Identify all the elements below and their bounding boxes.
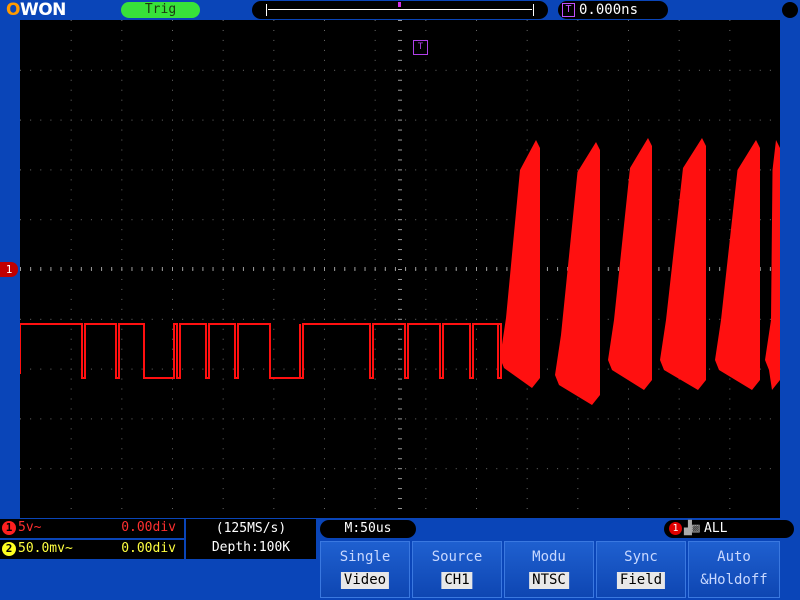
- owon-logo: OWON: [6, 0, 66, 20]
- trigger-coupling-icon: ▟▨: [684, 521, 700, 536]
- menu-value: NTSC: [529, 572, 569, 589]
- trigger-source-readout: 1 ▟▨ ALL: [664, 520, 794, 538]
- logo-text: WON: [19, 0, 66, 20]
- status-indicator: [782, 2, 798, 18]
- trigger-time-marker-icon[interactable]: T: [413, 40, 428, 55]
- trigger-status-badge: Trig: [121, 2, 200, 18]
- time-offset-value: 0.000ns: [579, 2, 639, 18]
- waveform-display: T: [20, 20, 780, 518]
- menu-button-source[interactable]: Source CH1: [412, 541, 502, 598]
- top-status-bar: OWON Trig T 0.000ns: [0, 0, 800, 20]
- trigger-t-icon: T: [562, 3, 575, 17]
- menu-title: Single: [339, 549, 391, 565]
- menu-value: Field: [616, 572, 666, 589]
- waveform-position-bar[interactable]: [252, 1, 548, 19]
- ch1-badge: 1: [2, 521, 16, 535]
- ch1-level-marker[interactable]: 1: [0, 262, 18, 277]
- ch1-waveform-trace: [20, 323, 502, 379]
- ch2-volts-per-div: 50.0mv~: [18, 541, 73, 556]
- menu-value: CH1: [441, 572, 473, 589]
- trigger-position-marker-icon: [398, 2, 401, 7]
- ch1-volts-per-div: 5v~: [18, 520, 42, 535]
- menu-title: Modu: [532, 549, 566, 565]
- graticule: [20, 20, 780, 510]
- trigger-time-offset: T 0.000ns: [558, 1, 668, 19]
- ch2-badge: 2: [2, 542, 16, 556]
- menu-button-sync[interactable]: Sync Field: [596, 541, 686, 598]
- menu-button-holdoff[interactable]: Auto &Holdoff: [688, 541, 780, 598]
- position-track: [268, 9, 532, 10]
- memory-depth: Depth:100K: [211, 540, 291, 555]
- menu-title: Sync: [624, 549, 658, 565]
- menu-button-trigger-type[interactable]: Single Video: [320, 541, 410, 598]
- position-right-bracket: [533, 4, 534, 16]
- trigger-line-selection: ALL: [704, 521, 728, 536]
- position-left-bracket: [266, 4, 267, 16]
- menu-button-modulation[interactable]: Modu NTSC: [504, 541, 594, 598]
- menu-value: Video: [340, 572, 390, 589]
- grid-center-axes: [20, 20, 771, 510]
- ch2-offset: 0.00div: [121, 541, 176, 556]
- ch1-info: 1 5v~ 0.00div: [0, 519, 184, 538]
- ch1-video-burst: [500, 138, 780, 405]
- menu-value: &Holdoff: [700, 572, 768, 588]
- menu-title: Source: [431, 549, 483, 565]
- ch2-info: 2 50.0mv~ 0.00div: [0, 540, 184, 559]
- sample-rate: (125MS/s): [215, 521, 287, 536]
- acquisition-info: (125MS/s) Depth:100K: [186, 519, 316, 559]
- menu-title: Auto: [717, 549, 751, 565]
- trigger-channel-badge: 1: [669, 522, 682, 535]
- timebase-readout: M:50us: [320, 520, 416, 538]
- ch1-offset: 0.00div: [121, 520, 176, 535]
